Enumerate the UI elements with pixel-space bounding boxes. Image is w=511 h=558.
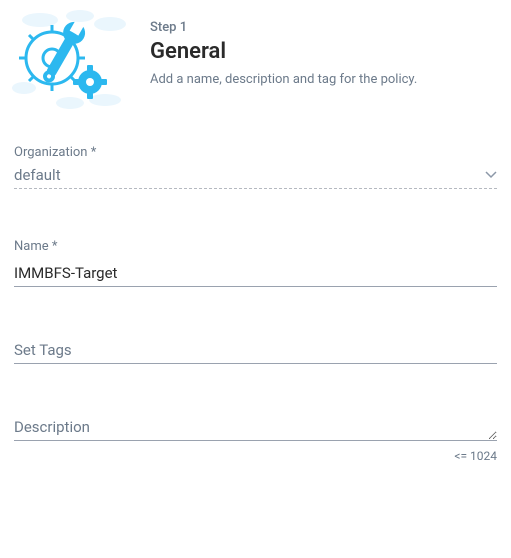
name-field: Name * [14,239,497,287]
page-subtitle: Add a name, description and tag for the … [150,72,417,87]
page-title: General [150,39,417,64]
step-label: Step 1 [150,20,417,35]
tags-input[interactable] [14,337,497,364]
tags-field [14,337,497,364]
name-label: Name * [14,239,497,254]
organization-label: Organization * [14,145,497,160]
organization-value: default [14,166,61,184]
description-field: <= 1024 [14,414,497,463]
policy-illustration [10,10,130,110]
header-text-block: Step 1 General Add a name, description a… [150,10,417,110]
description-hint: <= 1024 [14,449,497,463]
gear-wrench-icon [10,10,130,110]
policy-form: Organization * default Name * <= 1024 [10,145,501,463]
organization-select[interactable]: default [14,166,497,189]
name-input[interactable] [14,260,497,287]
page-header: Step 1 General Add a name, description a… [10,10,501,110]
description-input[interactable] [14,414,497,441]
chevron-down-icon [485,169,497,182]
organization-field: Organization * default [14,145,497,189]
